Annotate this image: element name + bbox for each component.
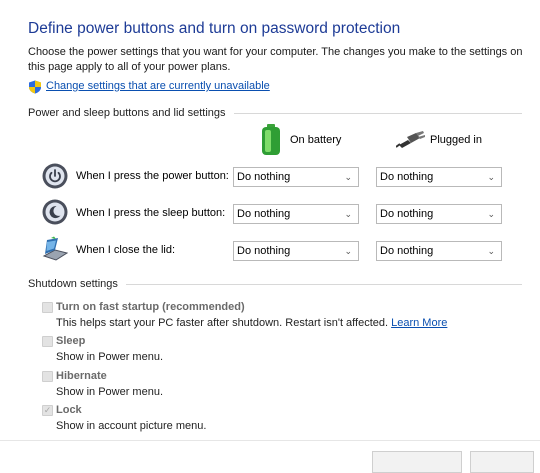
power-button-icon — [42, 163, 68, 189]
sleep-button-icon — [42, 199, 68, 225]
battery-icon — [262, 124, 280, 155]
chevron-down-icon: ⌄ — [487, 208, 495, 219]
power-button-label: When I press the power button: — [76, 170, 229, 182]
on-battery-label: On battery — [290, 134, 342, 146]
sleep-button-plugged-in-dropdown[interactable]: Do nothing ⌄ — [376, 204, 502, 224]
dropdown-value: Do nothing — [380, 171, 434, 183]
lid-close-label: When I close the lid: — [76, 244, 176, 256]
chevron-down-icon: ⌄ — [344, 171, 352, 182]
dropdown-value: Do nothing — [237, 245, 291, 257]
hibernate-option-title: Hibernate — [56, 370, 107, 382]
dropdown-value: Do nothing — [380, 245, 434, 257]
sleep-option-title: Sleep — [56, 335, 86, 347]
chevron-down-icon: ⌄ — [344, 245, 352, 256]
power-buttons-section-header: Power and sleep buttons and lid settings — [28, 106, 522, 120]
learn-more-link[interactable]: Learn More — [391, 317, 447, 329]
power-button-on-battery-dropdown[interactable]: Do nothing ⌄ — [233, 167, 359, 187]
hibernate-option-description: Show in Power menu. — [56, 386, 163, 398]
hibernate-checkbox[interactable] — [42, 371, 53, 382]
power-button-plugged-in-dropdown[interactable]: Do nothing ⌄ — [376, 167, 502, 187]
shield-icon — [29, 80, 41, 94]
chevron-down-icon: ⌄ — [344, 208, 352, 219]
dropdown-value: Do nothing — [237, 171, 291, 183]
page-title: Define power buttons and turn on passwor… — [28, 20, 401, 37]
plugged-in-column-header: Plugged in — [396, 131, 482, 149]
sleep-checkbox[interactable] — [42, 336, 53, 347]
cancel-button[interactable] — [470, 451, 534, 473]
laptop-lid-icon — [42, 236, 68, 261]
lock-option-title: Lock — [56, 404, 82, 416]
fast-startup-description: This helps start your PC faster after sh… — [56, 317, 447, 329]
fast-startup-title: Turn on fast startup (recommended) — [56, 301, 245, 313]
shutdown-section-title: Shutdown settings — [28, 278, 118, 290]
checkmark-icon: ✓ — [43, 405, 52, 415]
lid-close-on-battery-dropdown[interactable]: Do nothing ⌄ — [233, 241, 359, 261]
lock-option-description: Show in account picture menu. — [56, 420, 207, 432]
section-divider — [125, 283, 522, 285]
sleep-option-description: Show in Power menu. — [56, 351, 163, 363]
footer-divider — [0, 440, 540, 441]
page-description: Choose the power settings that you want … — [28, 46, 523, 73]
sleep-button-on-battery-dropdown[interactable]: Do nothing ⌄ — [233, 204, 359, 224]
sleep-button-label: When I press the sleep button: — [76, 207, 226, 219]
change-settings-link[interactable]: Change settings that are currently unava… — [46, 80, 270, 92]
on-battery-column-header: On battery — [260, 124, 341, 156]
plugged-in-label: Plugged in — [430, 134, 482, 146]
dropdown-value: Do nothing — [237, 208, 291, 220]
chevron-down-icon: ⌄ — [487, 171, 495, 182]
lock-checkbox[interactable]: ✓ — [42, 405, 53, 416]
fast-startup-checkbox[interactable] — [42, 302, 53, 313]
lid-close-plugged-in-dropdown[interactable]: Do nothing ⌄ — [376, 241, 502, 261]
fast-startup-description-text: This helps start your PC faster after sh… — [56, 317, 389, 329]
power-plug-icon — [396, 131, 425, 148]
section-divider — [233, 112, 522, 114]
chevron-down-icon: ⌄ — [487, 245, 495, 256]
save-changes-button[interactable] — [372, 451, 462, 473]
dropdown-value: Do nothing — [380, 208, 434, 220]
shutdown-section-header: Shutdown settings — [28, 277, 522, 291]
power-buttons-section-title: Power and sleep buttons and lid settings — [28, 107, 226, 119]
